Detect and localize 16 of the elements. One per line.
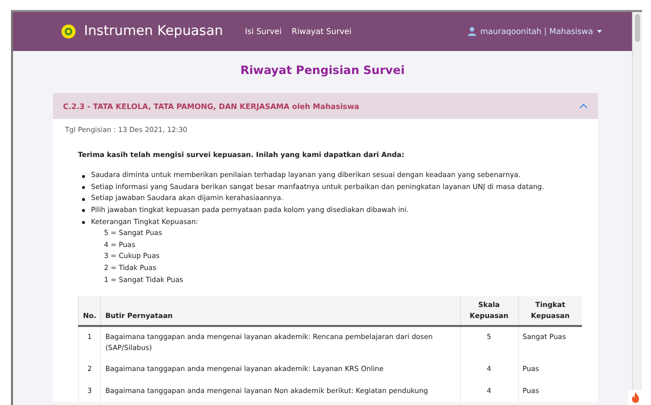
bullet-icon [82, 209, 85, 212]
logo-icon [61, 24, 76, 39]
bullet-icon [82, 220, 85, 224]
bullet-icon [82, 198, 85, 201]
page-title: Riwayat Pengisian Survei [239, 62, 406, 79]
scrollbar-thumb[interactable] [635, 14, 640, 42]
bullet-icon [82, 174, 85, 178]
brand-title[interactable]: Instrumen Kepuasan [84, 21, 224, 42]
fire-icon[interactable] [628, 390, 642, 405]
nav-link[interactable]: Riwayat Survei [292, 26, 352, 38]
caret-icon [597, 30, 602, 33]
user-icon [468, 27, 476, 36]
bullet-icon [82, 186, 85, 190]
nav-link[interactable]: Isi Survei [245, 26, 282, 38]
user-menu[interactable]: mauraqoonitah | Mahasiswa [468, 26, 602, 38]
chevron-icon [579, 103, 588, 110]
